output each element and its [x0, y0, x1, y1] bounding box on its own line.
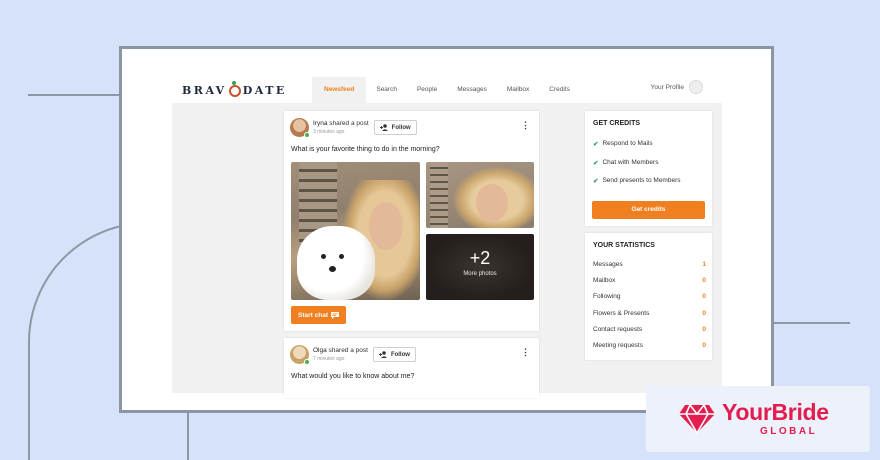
- post-meta: Iryna shared a post 3 minutes ago: [313, 120, 369, 135]
- follow-label: Follow: [391, 124, 411, 131]
- start-chat-label: Start chat: [298, 311, 328, 319]
- post-question: What is your favorite thing to do in the…: [291, 146, 440, 153]
- decor-line-right: [774, 322, 850, 324]
- add-user-icon: [378, 351, 387, 358]
- decor-line-bottom-v: [187, 413, 189, 460]
- get-credits-button[interactable]: Get credits: [592, 201, 705, 219]
- author-name[interactable]: Olga: [313, 347, 327, 354]
- post-photo-main[interactable]: [291, 162, 420, 300]
- post-question: What would you like to know about me?: [291, 373, 415, 380]
- tab-search[interactable]: Search: [366, 77, 407, 103]
- brand-name: YourBride: [722, 399, 829, 425]
- check-icon: ✔: [593, 178, 599, 185]
- decor-line-left: [28, 94, 120, 96]
- more-options-icon[interactable]: ⋮: [521, 121, 530, 130]
- main-tabs: Newsfeed Search People Messages Mailbox …: [312, 77, 580, 103]
- tab-credits[interactable]: Credits: [539, 77, 580, 103]
- brand-logo[interactable]: BRAV DATE: [182, 80, 287, 97]
- more-options-icon[interactable]: ⋮: [521, 348, 530, 357]
- post-author-line: Olga shared a post: [313, 347, 368, 354]
- stat-value: 1: [702, 261, 706, 268]
- brand-badge: YourBride GLOBAL: [646, 386, 870, 452]
- check-icon: ✔: [593, 141, 599, 148]
- profile-menu[interactable]: Your Profile: [651, 80, 703, 94]
- stat-row-following[interactable]: Following 0: [593, 293, 706, 309]
- feed-post: Iryna shared a post 3 minutes ago Follow…: [284, 111, 539, 331]
- stat-row-contact-requests[interactable]: Contact requests 0: [593, 326, 706, 342]
- online-status-icon: [304, 132, 310, 138]
- top-navigation: BRAV DATE Newsfeed Search People Message…: [122, 77, 771, 103]
- statistics-panel: YOUR STATISTICS Messages 1 Mailbox 0 Fol…: [585, 233, 712, 360]
- credit-item-label: Respond to Mails: [602, 140, 653, 147]
- logo-text-right: DATE: [242, 84, 287, 97]
- credit-item-label: Send presents to Members: [602, 177, 681, 184]
- start-chat-button[interactable]: Start chat: [291, 306, 346, 324]
- tab-mailbox[interactable]: Mailbox: [497, 77, 539, 103]
- ring-icon: [228, 80, 241, 97]
- stat-label: Messages: [593, 261, 623, 268]
- tab-messages[interactable]: Messages: [447, 77, 497, 103]
- follow-button[interactable]: Follow: [372, 347, 416, 362]
- stat-label: Contact requests: [593, 325, 643, 333]
- check-icon: ✔: [593, 159, 599, 167]
- avatar[interactable]: [689, 80, 703, 94]
- stat-row-flowers[interactable]: Flowers & Presents 0: [593, 310, 706, 326]
- author-name[interactable]: Iryna: [313, 120, 327, 127]
- post-photo-secondary[interactable]: [426, 162, 534, 228]
- logo-text-left: BRAV: [182, 84, 227, 97]
- statistics-list: Messages 1 Mailbox 0 Following 0 Flowers…: [593, 261, 706, 358]
- stat-row-mailbox[interactable]: Mailbox 0: [593, 277, 706, 293]
- stat-row-meeting-requests[interactable]: Meeting requests 0: [593, 342, 706, 358]
- credits-list: ✔ Respond to Mails ✔ Chat with Members ✔…: [593, 140, 681, 196]
- stat-value: 0: [702, 309, 706, 317]
- tab-newsfeed[interactable]: Newsfeed: [312, 77, 367, 103]
- post-header: Olga shared a post 7 minutes ago Follow: [290, 345, 416, 365]
- more-photos-label: More photos: [463, 271, 497, 277]
- post-header: Iryna shared a post 3 minutes ago Follow: [290, 118, 417, 138]
- more-photos-count: +2: [469, 248, 491, 268]
- list-item: ✔ Send presents to Members: [593, 177, 681, 196]
- more-photos-tile[interactable]: +2 More photos: [426, 234, 534, 300]
- get-credits-panel: GET CREDITS ✔ Respond to Mails ✔ Chat wi…: [585, 111, 712, 226]
- author-avatar[interactable]: [290, 118, 310, 138]
- post-action: shared a post: [329, 120, 369, 127]
- app-window: BRAV DATE Newsfeed Search People Message…: [119, 46, 774, 413]
- list-item: ✔ Chat with Members: [593, 159, 681, 178]
- online-status-icon: [304, 359, 310, 365]
- post-author-line: Iryna shared a post: [313, 120, 369, 127]
- list-item: ✔ Respond to Mails: [593, 140, 681, 159]
- post-time: 7 minutes ago: [313, 356, 345, 362]
- stat-row-messages[interactable]: Messages 1: [593, 261, 706, 277]
- credit-item-label: Chat with Members: [602, 158, 659, 166]
- statistics-title: YOUR STATISTICS: [593, 242, 655, 249]
- credits-title: GET CREDITS: [593, 120, 641, 127]
- stat-value: 0: [702, 341, 706, 349]
- feed-post: Olga shared a post 7 minutes ago Follow …: [284, 338, 539, 398]
- post-time: 3 minutes ago: [313, 129, 345, 135]
- stat-value: 0: [702, 277, 706, 285]
- follow-button[interactable]: Follow: [373, 120, 417, 135]
- content-area: Iryna shared a post 3 minutes ago Follow…: [172, 103, 722, 398]
- stat-label: Meeting requests: [593, 341, 643, 349]
- brand-subtitle: GLOBAL: [760, 426, 818, 437]
- stat-label: Following: [593, 293, 621, 301]
- diamond-icon: [679, 404, 715, 434]
- stat-value: 0: [702, 325, 706, 333]
- post-action: shared a post: [328, 347, 368, 354]
- stat-value: 0: [702, 293, 706, 301]
- stat-label: Mailbox: [593, 277, 616, 285]
- add-user-icon: [379, 124, 388, 131]
- follow-label: Follow: [390, 351, 410, 358]
- author-avatar[interactable]: [290, 345, 310, 365]
- tab-people[interactable]: People: [407, 77, 447, 103]
- post-meta: Olga shared a post 7 minutes ago: [313, 347, 368, 362]
- profile-label: Your Profile: [650, 83, 684, 91]
- stat-label: Flowers & Presents: [593, 309, 650, 317]
- chat-icon: [330, 311, 339, 319]
